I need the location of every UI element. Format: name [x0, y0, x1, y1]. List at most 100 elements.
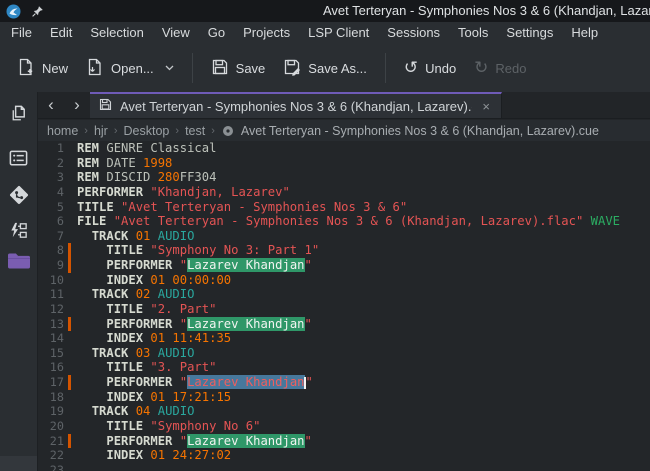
menu-tools[interactable]: Tools [449, 22, 497, 44]
code-line-18[interactable]: 18 INDEX 01 17:21:15 [38, 390, 650, 405]
code-line-5[interactable]: 5TITLE "Avet Terteryan - Symphonies Nos … [38, 200, 650, 215]
code-line-23[interactable]: 23 [38, 463, 650, 471]
tab-bar: ‹ › Avet Terteryan - Symphonies Nos 3 & … [38, 92, 650, 119]
code-line-3[interactable]: 3 REM DISCID 280FF304 [38, 170, 650, 185]
menu-go[interactable]: Go [199, 22, 234, 44]
open-button-label: Open... [111, 61, 154, 76]
code-line-14[interactable]: 14 INDEX 01 11:41:35 [38, 331, 650, 346]
code-line-12[interactable]: 12 TITLE "2. Part" [38, 302, 650, 317]
menu-help[interactable]: Help [562, 22, 607, 44]
breadcrumb-path: home›hjr›Desktop›test› [46, 124, 215, 138]
tab-label: Avet Terteryan - Symphonies Nos 3 & 6 (K… [120, 99, 472, 114]
new-button[interactable]: New [8, 52, 77, 85]
line-number: 2 [38, 156, 64, 171]
pin-icon[interactable] [31, 5, 44, 18]
cue-file-icon [222, 125, 234, 137]
redo-button-label: Redo [495, 61, 526, 76]
crumb-home[interactable]: home [46, 124, 79, 138]
sidebar-documents-button[interactable] [0, 100, 37, 134]
line-content: INDEX 01 24:27:02 [71, 448, 231, 463]
code-line-20[interactable]: 20 TITLE "Symphony No 6" [38, 419, 650, 434]
line-content: TITLE "Symphony No 6" [71, 419, 260, 434]
line-number: 3 [38, 170, 64, 185]
line-content: PERFORMER "Khandjan, Lazarev" [71, 185, 290, 200]
new-document-icon [17, 58, 35, 79]
chevron-down-icon[interactable] [165, 65, 174, 71]
breadcrumb-separator: › [114, 125, 118, 137]
code-line-9[interactable]: 9 PERFORMER "Lazarev Khandjan" [38, 258, 650, 273]
code-line-6[interactable]: 6FILE "Avet Terteryan - Symphonies Nos 3… [38, 214, 650, 229]
code-line-16[interactable]: 16 TITLE "3. Part" [38, 360, 650, 375]
crumb-test[interactable]: test [184, 124, 206, 138]
line-content: REM DATE 1998 [71, 156, 172, 171]
undo-button-label: Undo [425, 61, 456, 76]
code-line-17[interactable]: 17 PERFORMER "Lazarev Khandjan" [38, 375, 650, 390]
line-content: PERFORMER "Lazarev Khandjan" [71, 258, 312, 273]
code-line-22[interactable]: 22 INDEX 01 24:27:02 [38, 448, 650, 463]
menubar: FileEditSelectionViewGoProjectsLSP Clien… [0, 22, 650, 44]
build-icon [8, 220, 29, 246]
titlebar[interactable]: Avet Terteryan - Symphonies Nos 3 & 6 (K… [0, 0, 650, 22]
crumb-hjr[interactable]: hjr [93, 124, 109, 138]
menu-selection[interactable]: Selection [81, 22, 152, 44]
line-content: PERFORMER "Lazarev Khandjan" [71, 434, 312, 449]
open-button[interactable]: Open... [77, 52, 183, 85]
breadcrumb: home›hjr›Desktop›test› Avet Terteryan - … [38, 120, 650, 141]
menu-sessions[interactable]: Sessions [378, 22, 449, 44]
line-content: TRACK 04 AUDIO [71, 404, 194, 419]
breadcrumb-file[interactable]: Avet Terteryan - Symphonies Nos 3 & 6 (K… [241, 124, 599, 138]
line-number: 1 [38, 141, 64, 156]
breadcrumb-separator: › [84, 125, 88, 137]
editor[interactable]: 1 REM GENRE Classical 2 REM DATE 1998 3 REM D… [38, 141, 650, 471]
code-line-21[interactable]: 21 PERFORMER "Lazarev Khandjan" [38, 434, 650, 449]
code-lines: 1 REM GENRE Classical 2 REM DATE 1998 3 REM D… [38, 141, 650, 471]
menu-settings[interactable]: Settings [497, 22, 562, 44]
crumb-desktop[interactable]: Desktop [123, 124, 171, 138]
line-content: INDEX 01 17:21:15 [71, 390, 231, 405]
menu-view[interactable]: View [153, 22, 199, 44]
menu-lsp-client[interactable]: LSP Client [299, 22, 378, 44]
tab-close-icon[interactable]: × [480, 99, 492, 114]
forward-button[interactable]: › [64, 92, 90, 118]
line-number: 12 [38, 302, 64, 317]
code-line-19[interactable]: 19 TRACK 04 AUDIO [38, 404, 650, 419]
line-number: 16 [38, 360, 64, 375]
code-line-10[interactable]: 10 INDEX 01 00:00:00 [38, 273, 650, 288]
back-button[interactable]: ‹ [38, 92, 64, 118]
code-line-13[interactable]: 13 PERFORMER "Lazarev Khandjan" [38, 317, 650, 332]
code-line-2[interactable]: 2 REM DATE 1998 [38, 156, 650, 171]
line-content: REM GENRE Classical [71, 141, 216, 156]
code-line-11[interactable]: 11 TRACK 02 AUDIO [38, 287, 650, 302]
sidebar-build-button[interactable] [0, 216, 37, 250]
line-content: TRACK 03 AUDIO [71, 346, 194, 361]
line-number: 6 [38, 214, 64, 229]
save-icon [211, 58, 229, 79]
tab-cue-file[interactable]: Avet Terteryan - Symphonies Nos 3 & 6 (K… [90, 92, 502, 118]
menu-file[interactable]: File [2, 22, 41, 44]
code-line-4[interactable]: 4PERFORMER "Khandjan, Lazarev" [38, 185, 650, 200]
save-button[interactable]: Save [202, 52, 275, 85]
redo-button[interactable]: ↻ Redo [465, 54, 535, 83]
line-number: 14 [38, 331, 64, 346]
documents-icon [8, 104, 29, 130]
undo-button[interactable]: ↺ Undo [395, 54, 465, 83]
save-as-button[interactable]: Save As... [274, 52, 376, 85]
line-content: TITLE "3. Part" [71, 360, 216, 375]
kate-app-icon [6, 4, 21, 19]
toolbar: New Open... [0, 44, 650, 92]
code-line-8[interactable]: 8 TITLE "Symphony No 3: Part 1" [38, 243, 650, 258]
toolbar-separator [192, 53, 193, 83]
line-number: 18 [38, 390, 64, 405]
window-title: Avet Terteryan - Symphonies Nos 3 & 6 (K… [323, 0, 650, 22]
line-number: 23 [38, 463, 64, 471]
menu-projects[interactable]: Projects [234, 22, 299, 44]
code-line-1[interactable]: 1 REM GENRE Classical [38, 141, 650, 156]
sidebar-list-button[interactable] [0, 144, 37, 178]
code-line-15[interactable]: 15 TRACK 03 AUDIO [38, 346, 650, 361]
sidebar-git-button[interactable] [0, 180, 37, 214]
breadcrumb-separator: › [175, 125, 179, 137]
menu-edit[interactable]: Edit [41, 22, 81, 44]
sidebar-filesystem-button[interactable] [0, 246, 37, 280]
code-line-7[interactable]: 7 TRACK 01 AUDIO [38, 229, 650, 244]
line-content: REM DISCID 280FF304 [71, 170, 216, 185]
